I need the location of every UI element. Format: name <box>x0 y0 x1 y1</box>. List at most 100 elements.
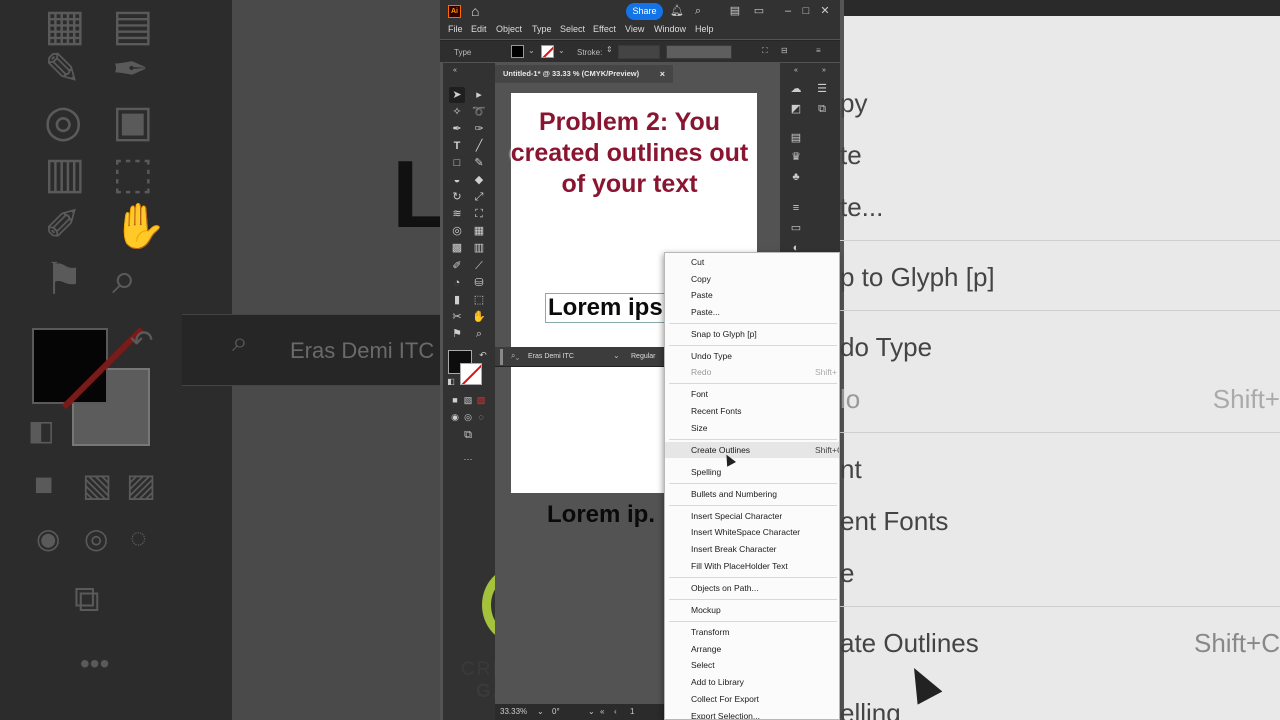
panel-menu-icon[interactable]: ≡ <box>816 46 821 55</box>
eyedropper-tool-icon[interactable]: ✐ <box>449 258 465 274</box>
menu-item-export-selection[interactable]: Export Selection... <box>665 708 839 719</box>
collapse-toolbox-icon[interactable]: « <box>447 63 463 79</box>
warp-tool-icon[interactable]: ≋ <box>449 206 465 222</box>
menu-item-bullets-numbering[interactable]: Bullets and Numbering <box>665 486 839 502</box>
menu-item-objects-on-path[interactable]: Objects on Path... <box>665 580 839 596</box>
swatches-panel-icon[interactable]: ▤ <box>788 130 804 146</box>
puppet-warp-tool-icon[interactable]: ⚑ <box>449 326 465 342</box>
zoom-dropdown-icon[interactable]: ⌄ <box>537 707 544 716</box>
menu-item-select[interactable]: Select <box>665 657 839 673</box>
align-icon[interactable]: ⊟ <box>781 46 788 55</box>
measure-tool-icon[interactable]: ⟋ <box>471 258 487 274</box>
gradient-panel-icon[interactable]: ▭ <box>788 220 804 236</box>
slice-tool-icon[interactable]: ✂ <box>449 309 465 325</box>
zoom-tool-icon[interactable]: ⌕ <box>471 326 487 342</box>
notifications-icon[interactable]: 🔔︎ <box>669 3 685 19</box>
outlined-text-preview[interactable]: Lorem ip. <box>547 501 655 529</box>
edit-toolbar-icon[interactable]: ··· <box>460 451 476 467</box>
menu-item-transform[interactable]: Transform <box>665 624 839 640</box>
stroke-panel-icon[interactable]: ≡ <box>788 200 804 216</box>
stroke-color-swatch[interactable] <box>541 45 554 58</box>
fill-dropdown-icon[interactable]: ⌄ <box>528 46 535 55</box>
home-icon[interactable]: ⌂ <box>471 3 487 19</box>
default-fill-stroke-icon[interactable]: ◧ <box>443 374 459 390</box>
menu-item-insert-break-character[interactable]: Insert Break Character <box>665 541 839 557</box>
stroke-stepper-icon[interactable]: ⇕ <box>606 45 613 54</box>
workspace-icon[interactable]: ▭ <box>751 3 767 19</box>
rotation-value[interactable]: 0° <box>552 707 560 716</box>
font-family-field[interactable]: Eras Demi ITC <box>528 353 574 360</box>
variable-width-field[interactable] <box>666 45 732 59</box>
menu-window[interactable]: Window <box>654 24 686 34</box>
rotation-dropdown-icon[interactable]: ⌄ <box>588 707 595 716</box>
menu-item-size[interactable]: Size <box>665 420 839 436</box>
stroke-weight-field[interactable] <box>618 45 660 59</box>
column-graph-tool-icon[interactable]: ▮ <box>449 292 465 308</box>
zoom-level[interactable]: 33.33% <box>500 707 527 716</box>
libraries-panel-icon[interactable]: ☁ <box>788 81 804 97</box>
color-guide-panel-icon[interactable]: ◩ <box>788 101 804 117</box>
menu-item-font[interactable]: Font <box>665 386 839 402</box>
change-screen-mode-icon[interactable]: ⧉ <box>460 427 476 443</box>
arrange-documents-icon[interactable]: ▤ <box>727 3 743 19</box>
menu-item-spelling[interactable]: Spelling <box>665 464 839 480</box>
close-document-icon[interactable]: × <box>660 65 665 83</box>
hand-tool-icon[interactable]: ✋ <box>471 309 487 325</box>
menu-item-insert-whitespace-character[interactable]: Insert WhiteSpace Character <box>665 524 839 540</box>
menu-item-undo-type[interactable]: Undo Type <box>665 348 839 364</box>
draw-inside-icon[interactable]: ◌ <box>473 409 489 425</box>
panel-grip[interactable] <box>500 349 503 365</box>
none-mode-icon[interactable]: ▨ <box>473 392 489 408</box>
layers-panel-icon[interactable]: ⧉ <box>814 101 830 117</box>
selected-text-object[interactable]: Lorem ipsum <box>545 293 675 323</box>
fill-color-swatch[interactable] <box>511 45 524 58</box>
expand-dock-icon[interactable]: » <box>816 63 832 79</box>
artboard-number[interactable]: 1 <box>630 707 634 716</box>
menu-item-create-outlines[interactable]: Create Outlines Shift+C <box>665 442 839 458</box>
menu-item-collect-for-export[interactable]: Collect For Export <box>665 691 839 707</box>
close-window-icon[interactable]: ✕ <box>817 3 833 19</box>
share-button[interactable]: Share <box>626 3 663 20</box>
recolor-icon[interactable]: ⛶ <box>762 46 768 56</box>
previous-artboard-icon[interactable]: ‹ <box>614 707 617 716</box>
perspective-grid-tool-icon[interactable]: ▦ <box>471 223 487 239</box>
menu-item-cut[interactable]: Cut <box>665 254 839 270</box>
brushes-panel-icon[interactable]: ♛ <box>788 149 804 165</box>
minimize-icon[interactable]: – <box>780 3 796 19</box>
font-style-field[interactable]: Regular <box>631 353 656 360</box>
properties-panel-icon[interactable]: ☰ <box>814 81 830 97</box>
collapse-dock-icon[interactable]: « <box>788 63 804 79</box>
swap-fill-stroke-icon[interactable]: ↶ <box>475 347 491 363</box>
menu-object[interactable]: Object <box>496 24 522 34</box>
selection-tool-icon[interactable]: ➤ <box>449 87 465 103</box>
font-family-dropdown-icon[interactable]: ⌄ <box>613 351 620 360</box>
stroke-dropdown-icon[interactable]: ⌄ <box>558 46 565 55</box>
menu-effect[interactable]: Effect <box>593 24 616 34</box>
maximize-icon[interactable]: □ <box>798 3 814 19</box>
menu-item-mockup[interactable]: Mockup <box>665 602 839 618</box>
menu-type[interactable]: Type <box>532 24 552 34</box>
menu-help[interactable]: Help <box>695 24 714 34</box>
menu-item-add-to-library[interactable]: Add to Library <box>665 674 839 690</box>
menu-item-snap-to-glyph[interactable]: Snap to Glyph [p] <box>665 326 839 342</box>
font-search-icon[interactable]: ⌕⌄ <box>511 351 519 361</box>
menu-file[interactable]: File <box>448 24 463 34</box>
stroke-swatch[interactable] <box>460 363 482 385</box>
menu-edit[interactable]: Edit <box>471 24 487 34</box>
shape-builder-tool-icon[interactable]: ◎ <box>449 223 465 239</box>
search-icon[interactable]: ⌕ <box>690 3 706 19</box>
first-artboard-icon[interactable]: « <box>600 707 604 716</box>
menu-item-copy[interactable]: Copy <box>665 271 839 287</box>
menu-item-paste[interactable]: Paste <box>665 287 839 303</box>
mesh-tool-icon[interactable]: ▩ <box>449 240 465 256</box>
blend-tool-icon[interactable]: ◔ <box>449 275 465 291</box>
symbol-sprayer-tool-icon[interactable]: ⛁ <box>471 275 487 291</box>
gradient-tool-icon[interactable]: ▥ <box>471 240 487 256</box>
symbols-panel-icon[interactable]: ♣ <box>788 169 804 185</box>
menu-view[interactable]: View <box>625 24 644 34</box>
free-transform-tool-icon[interactable]: ⛶ <box>471 206 487 222</box>
menu-item-paste-special[interactable]: Paste... <box>665 304 839 320</box>
menu-item-arrange[interactable]: Arrange <box>665 641 839 657</box>
menu-item-fill-placeholder-text[interactable]: Fill With PlaceHolder Text <box>665 558 839 574</box>
menu-select[interactable]: Select <box>560 24 585 34</box>
